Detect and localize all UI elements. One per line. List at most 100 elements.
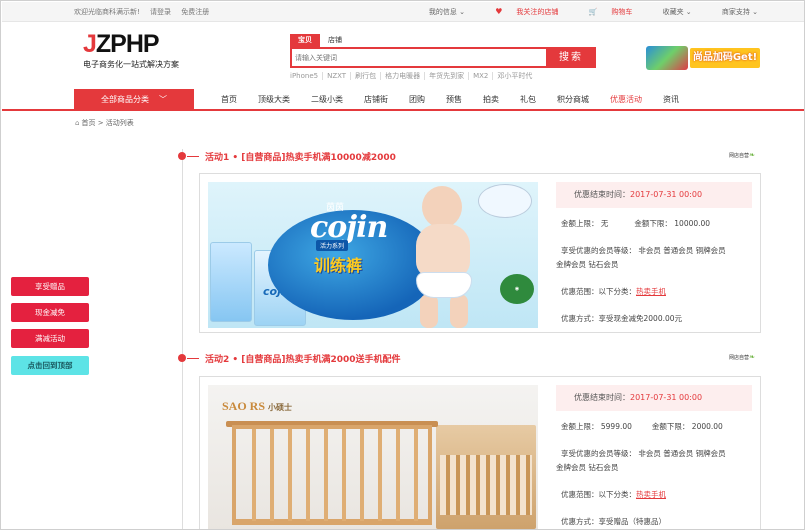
method-row: 优惠方式：享受现金减免2000.00元 xyxy=(556,313,752,324)
breadcrumb-home[interactable]: 首页 xyxy=(81,119,95,127)
limit-lower-value: 2000.00 xyxy=(691,422,723,431)
hot-word[interactable]: 刷行包 xyxy=(351,72,382,80)
leaf-icon: ❧ xyxy=(749,353,755,361)
end-time-label: 优惠结束时间： xyxy=(574,190,630,199)
member-level-values: 非会员 普通会员 铜牌会员 xyxy=(638,449,726,458)
logo-text: ZPHP xyxy=(95,30,160,58)
login-link[interactable]: 请登录 xyxy=(150,8,171,16)
activity-title[interactable]: 活动2 • [自营商品]热卖手机满2000送手机配件 xyxy=(205,352,401,365)
crib-brand: SAO RS xyxy=(222,399,266,413)
crib-bar xyxy=(360,429,364,521)
all-categories-label: 全部商品分类 xyxy=(101,95,149,104)
nav-item-promotions[interactable]: 优惠活动 xyxy=(610,89,642,111)
search-input[interactable] xyxy=(292,49,542,66)
activity-info: 优惠结束时间：2017-07-31 00:00 金额上限： 5999.00 金额下… xyxy=(556,385,752,527)
side-menu-gift[interactable]: 享受赠品 xyxy=(11,277,89,296)
timeline-dot xyxy=(178,152,186,160)
site-logo[interactable]: JZPHP 电子商务化一站式解决方案 xyxy=(83,31,179,70)
nav-item-auction[interactable]: 拍卖 xyxy=(483,89,499,111)
scope-category-link[interactable]: 热卖手机 xyxy=(636,287,666,296)
favorites-label: 收藏夹 xyxy=(662,8,684,16)
hot-word[interactable]: iPhone5 xyxy=(290,72,324,80)
hot-word[interactable]: 邓小平时代 xyxy=(493,72,536,80)
crib-brand-cn: 小硕士 xyxy=(268,403,293,412)
main-nav: 全部商品分类 ﹀ 首页 顶级大类 二级小类 店铺街 团购 预售 拍卖 礼包 积分商城 优惠活动 资讯 xyxy=(2,89,804,111)
heart-icon: ♥ xyxy=(495,7,503,16)
side-menu-full-reduction[interactable]: 满减活动 xyxy=(11,329,89,348)
product-badge: ◉ xyxy=(500,274,534,304)
shop-tag-label: 网店自营 xyxy=(729,153,750,159)
breadcrumb: ⌂ 首页 > 活动列表 xyxy=(75,118,134,128)
my-info-menu[interactable]: 我的信息 ⌄ xyxy=(415,8,465,16)
all-categories-button[interactable]: 全部商品分类 ﹀ xyxy=(74,89,194,111)
hot-word[interactable]: 年货先到家 xyxy=(425,72,470,80)
shop-tag: 网店自营❧ xyxy=(729,353,755,361)
my-info-label: 我的信息 xyxy=(428,8,457,16)
search-button[interactable]: 搜索 xyxy=(546,47,596,68)
seller-center-label: 商家支持 xyxy=(721,8,750,16)
limit-upper-value: 无 xyxy=(600,219,609,228)
shop-tag-label: 网店自营 xyxy=(729,355,750,361)
nav-item-top-category[interactable]: 顶级大类 xyxy=(258,89,290,111)
timeline-dot xyxy=(178,354,186,362)
hot-word[interactable]: 格力电暖器 xyxy=(381,72,426,80)
activity-image-diapers[interactable]: cojin 茵茵 cojin 活力系列 训练裤 ◉ xyxy=(208,182,538,328)
baby-figure xyxy=(416,224,470,278)
crib-frame xyxy=(232,425,432,525)
baby-figure xyxy=(422,186,462,228)
favorites-menu[interactable]: 收藏夹 ⌄ xyxy=(649,8,692,16)
limit-upper-value: 5999.00 xyxy=(600,422,632,431)
hot-word[interactable]: MX2 xyxy=(469,72,494,80)
hot-word[interactable]: NZXT xyxy=(323,72,352,80)
search-tab-goods[interactable]: 宝贝 xyxy=(290,34,320,47)
shop-tag: 网店自营❧ xyxy=(729,151,755,159)
series-label: 活力系列 xyxy=(316,240,349,251)
limit-lower-label: 金额下限： xyxy=(651,422,690,431)
cart-link[interactable]: 🛒 购物车 xyxy=(575,8,633,16)
page-frame: 欢迎光临商科满示新! 请登录 免费注册 我的信息 ⌄ ♥ 我关注的店铺 🛒 购物车 … xyxy=(0,0,805,530)
amount-limit-row: 金额上限： 无 金额下限： 10000.00 xyxy=(556,218,752,229)
nav-item-home[interactable]: 首页 xyxy=(221,89,237,111)
scope-label: 优惠范围：以下分类： xyxy=(561,490,636,499)
nav-item-group-buy[interactable]: 团购 xyxy=(409,89,425,111)
scope-category-link[interactable]: 热卖手机 xyxy=(636,490,666,499)
member-level-values: 非会员 普通会员 铜牌会员 xyxy=(638,246,726,255)
followed-shops-link[interactable]: ♥ 我关注的店铺 xyxy=(481,7,558,16)
register-link[interactable]: 免费注册 xyxy=(181,8,209,16)
baby-diaper xyxy=(416,272,472,298)
scope-row: 优惠范围：以下分类：热卖手机 xyxy=(556,286,752,297)
limit-lower-label: 金额下限： xyxy=(634,219,672,228)
side-menu-cash-reduction[interactable]: 现金减免 xyxy=(11,303,89,322)
crib-bar xyxy=(324,429,328,521)
nav-item-points-mall[interactable]: 积分商城 xyxy=(557,89,589,111)
method-label: 优惠方式： xyxy=(561,517,599,526)
breadcrumb-separator: > xyxy=(97,119,104,127)
activity-card: SAO RS 小硕士 优惠结束时间：2017-07-31 00:00 金额上限： … xyxy=(199,376,761,529)
search-box xyxy=(290,47,548,68)
activity-info: 优惠结束时间：2017-07-31 00:00 金额上限： 无 金额下限： 100… xyxy=(556,182,752,324)
activity-title[interactable]: 活动1 • [自营商品]热卖手机满10000减2000 xyxy=(205,150,396,163)
breadcrumb-current: 活动列表 xyxy=(105,119,134,127)
nav-item-news[interactable]: 资讯 xyxy=(663,89,679,111)
activity-image-crib[interactable]: SAO RS 小硕士 xyxy=(208,385,538,529)
timeline-connector xyxy=(187,358,199,359)
welcome-text: 欢迎光临商科满示新! xyxy=(74,8,140,16)
search-tab-shop[interactable]: 店铺 xyxy=(320,34,350,47)
scope-label: 优惠范围：以下分类： xyxy=(561,287,636,296)
member-level-values-2: 金牌会员 钻石会员 xyxy=(556,260,619,269)
logo-slogan: 电子商务化一站式解决方案 xyxy=(83,60,179,69)
nav-item-sub-category[interactable]: 二级小类 xyxy=(311,89,343,111)
member-level-row: 享受优惠的会员等级： 非会员 普通会员 铜牌会员 xyxy=(556,448,752,459)
crib-bar xyxy=(378,429,382,521)
crib-bar xyxy=(288,429,292,521)
logo-j: J xyxy=(83,30,97,58)
seller-center-menu[interactable]: 商家支持 ⌄ xyxy=(708,8,758,16)
nav-item-gift-pack[interactable]: 礼包 xyxy=(520,89,536,111)
member-level-values-2: 金牌会员 钻石会员 xyxy=(556,463,619,472)
member-level-label: 享受优惠的会员等级： xyxy=(561,246,636,255)
back-to-top-button[interactable]: 点击回到顶部 xyxy=(11,356,89,375)
nav-item-shop-street[interactable]: 店铺街 xyxy=(364,89,388,111)
promo-banner[interactable]: 尚品加码Get! xyxy=(646,46,760,70)
nav-item-presale[interactable]: 预售 xyxy=(446,89,462,111)
crib-bar xyxy=(306,429,310,521)
